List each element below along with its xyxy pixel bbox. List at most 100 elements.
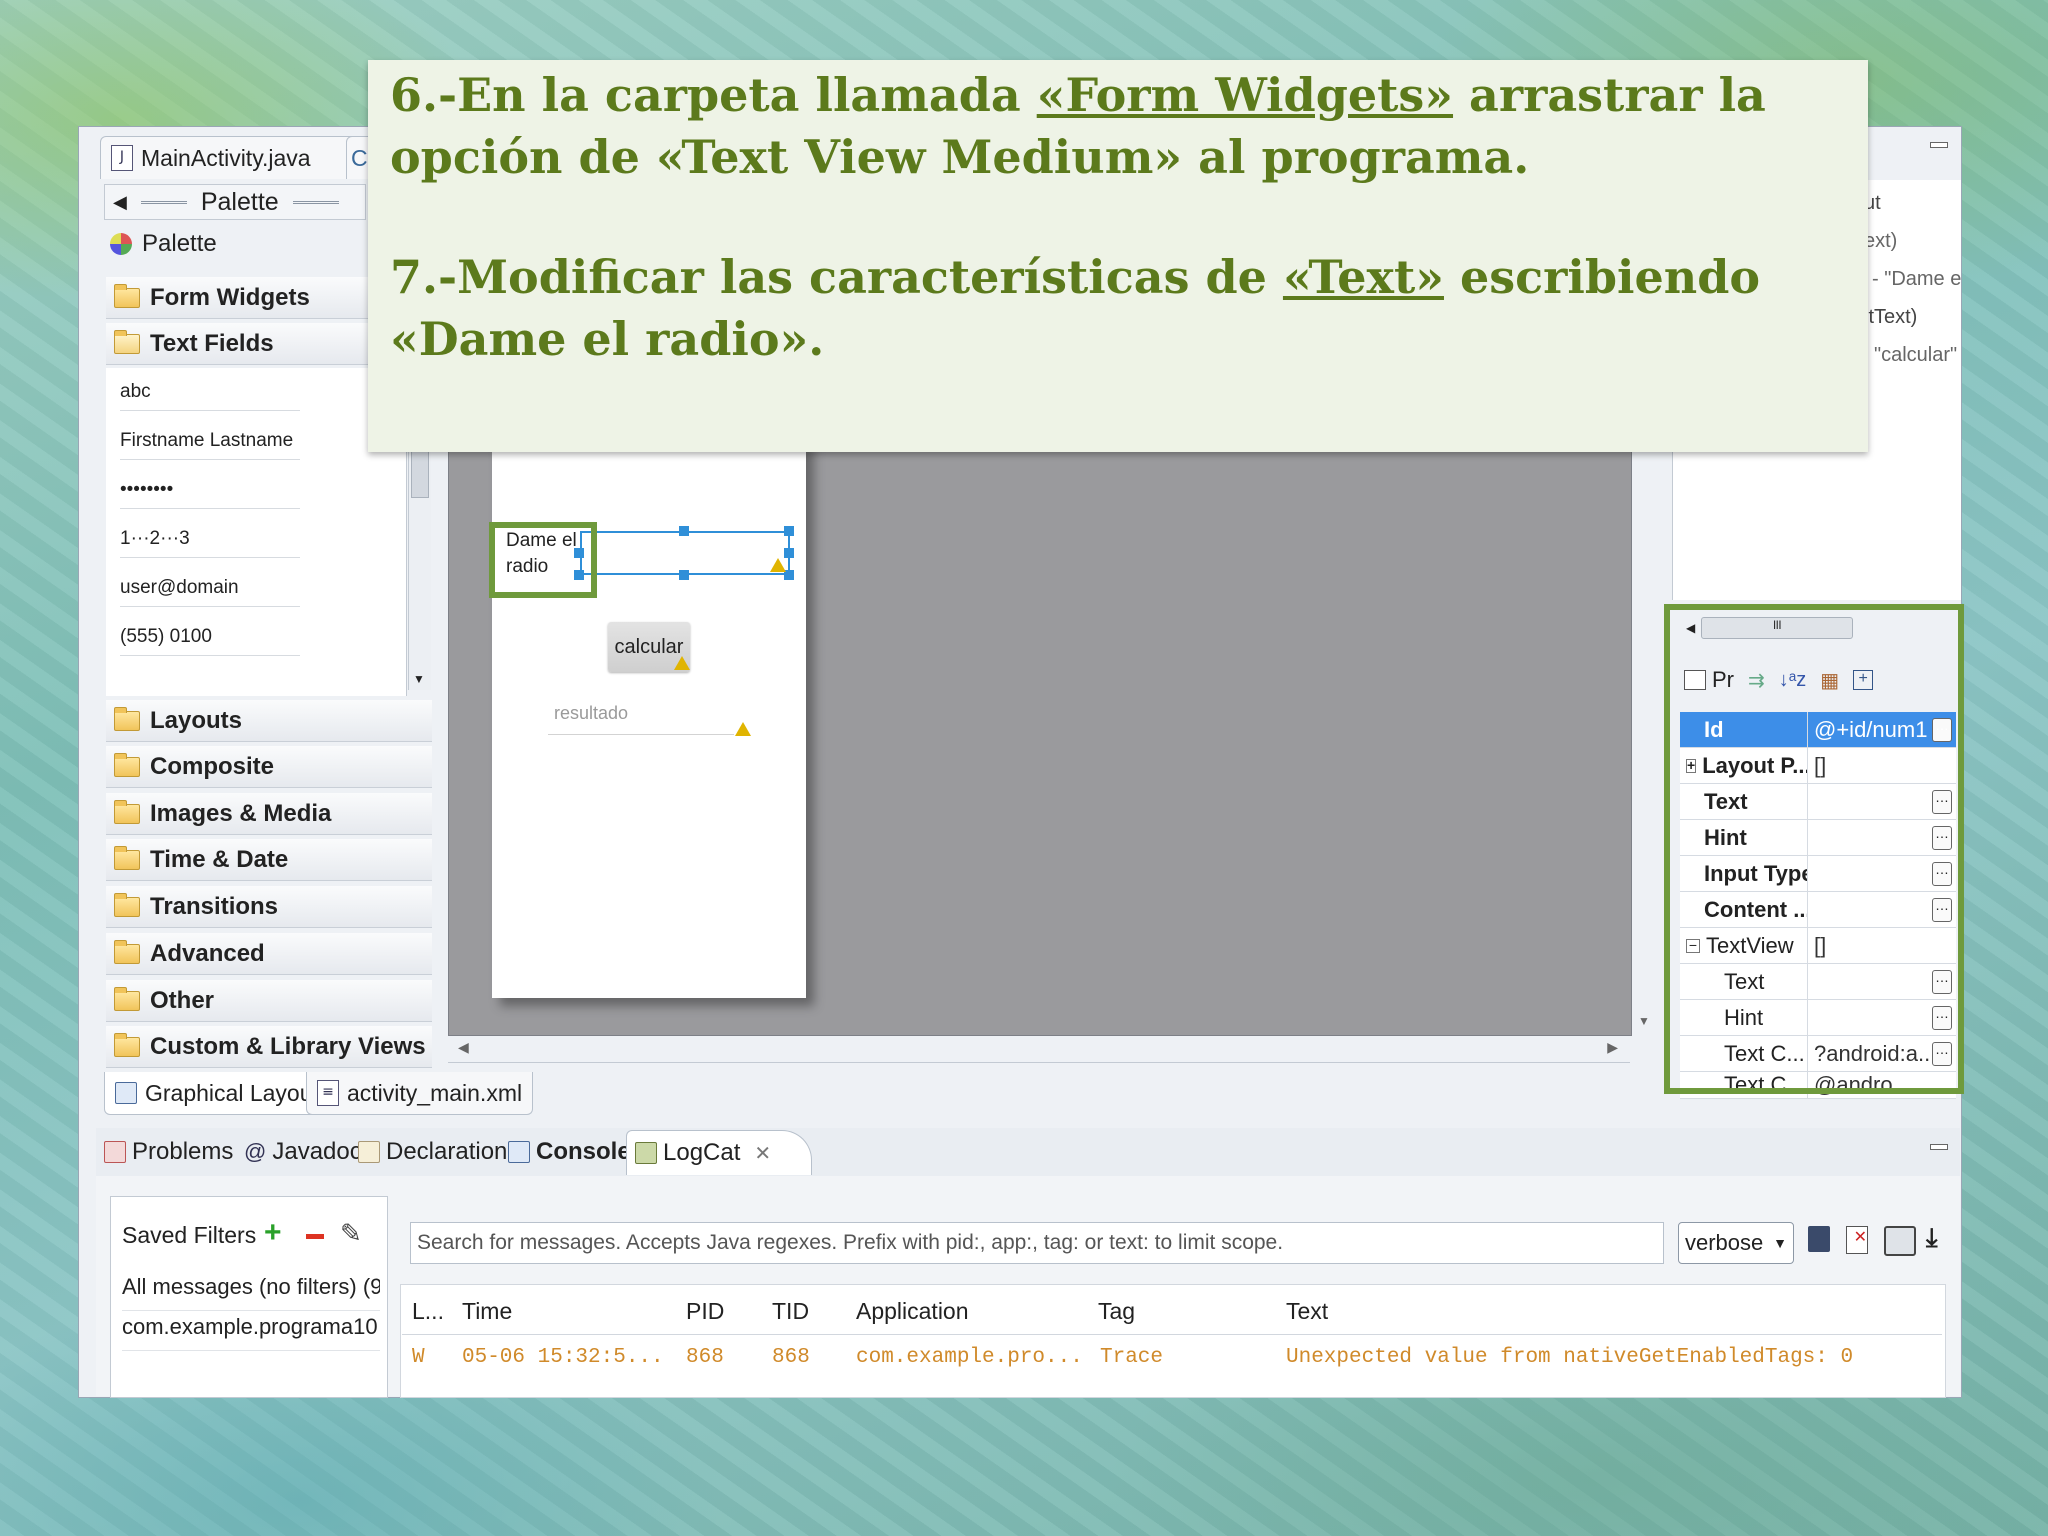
column-application[interactable]: Application	[856, 1298, 969, 1325]
scroll-down-icon[interactable]: ▼	[1638, 1014, 1650, 1028]
folder-label: Time & Date	[150, 845, 289, 873]
scroll-left-icon[interactable]: ◀	[458, 1039, 469, 1056]
palette-item[interactable]: Firstname Lastname	[120, 423, 300, 460]
log-row-application: com.example.pro...	[856, 1346, 1083, 1369]
palette-item[interactable]: ••••••••	[120, 472, 300, 509]
logcat-icon	[635, 1142, 657, 1164]
xml-file-icon: ≡	[317, 1080, 339, 1106]
scrollbar-thumb[interactable]	[411, 450, 429, 498]
palette-header: ◀ Palette	[104, 184, 366, 220]
outline-fragment: itText)	[1864, 306, 1918, 328]
resize-handle[interactable]	[784, 526, 794, 536]
instruction-step-6: 6.-En la carpeta llamada «Form Widgets» …	[390, 64, 1860, 188]
log-row-time: 05-06 15:32:5...	[462, 1346, 664, 1369]
palette-title: Palette	[106, 224, 372, 264]
tab-label: Javadoc	[272, 1138, 362, 1165]
palette-item[interactable]: user@domain	[120, 570, 300, 607]
step-6-text: 6.-En la carpeta llamada	[390, 68, 1037, 122]
folder-label: Text Fields	[150, 329, 274, 357]
scroll-lock-icon[interactable]: ⤓	[1926, 1222, 1954, 1254]
highlight-box-properties	[1664, 604, 1964, 1094]
folder-label: Advanced	[150, 939, 265, 967]
folder-icon	[114, 939, 140, 964]
column-tid[interactable]: TID	[772, 1298, 809, 1325]
canvas-vertical-scrollbar[interactable]: ▼	[1632, 440, 1656, 1034]
tab-graphical-layout[interactable]: Graphical Layout	[104, 1072, 330, 1115]
filter-item[interactable]: com.example.programa10	[122, 1314, 380, 1351]
highlight-box-textview	[489, 522, 597, 598]
column-pid[interactable]: PID	[686, 1298, 724, 1325]
folder-icon	[114, 283, 140, 308]
scroll-right-icon[interactable]: ▶	[1607, 1039, 1618, 1056]
warning-icon	[735, 722, 751, 736]
edittext-selection-box[interactable]	[580, 531, 790, 575]
close-icon[interactable]: ✕	[754, 1141, 771, 1166]
instruction-step-7: 7.-Modificar las características de «Tex…	[390, 246, 1860, 370]
tab-label: Graphical Layout	[145, 1079, 319, 1106]
palette-scrollbar[interactable]: ▼	[408, 440, 431, 690]
add-filter-icon[interactable]: +	[264, 1216, 282, 1250]
grip-icon	[292, 200, 339, 204]
palette-item[interactable]: abc	[120, 374, 300, 411]
palette-folder-transitions[interactable]: Transitions	[106, 886, 432, 928]
step-7-text: 7.-Modificar las características de	[390, 250, 1283, 304]
tab-label: MainActivity.java	[141, 144, 311, 171]
palette-item[interactable]: 1···2···3	[120, 521, 300, 558]
minimize-icon[interactable]	[1930, 1144, 1948, 1150]
scroll-down-icon[interactable]: ▼	[413, 672, 425, 686]
step-7-highlight: «Text»	[1282, 250, 1444, 304]
tab-console[interactable]: Console	[508, 1130, 631, 1174]
toggle-view-icon[interactable]	[1884, 1226, 1916, 1256]
save-icon[interactable]	[1808, 1226, 1830, 1252]
folder-label: Form Widgets	[150, 283, 310, 311]
palette-folder-time-date[interactable]: Time & Date	[106, 839, 432, 881]
edit-filter-icon[interactable]: ✎	[340, 1218, 362, 1249]
tab-logcat[interactable]: LogCat ✕	[626, 1130, 813, 1175]
column-tag[interactable]: Tag	[1098, 1298, 1135, 1325]
palette-folder-images-media[interactable]: Images & Media	[106, 793, 432, 835]
column-text[interactable]: Text	[1286, 1298, 1328, 1325]
folder-icon	[114, 986, 140, 1011]
tab-declaration[interactable]: Declaration	[358, 1130, 507, 1174]
tab-label: LogCat	[663, 1139, 741, 1166]
warning-icon	[674, 656, 690, 670]
folder-label: Other	[150, 986, 215, 1014]
tab-problems[interactable]: Problems	[104, 1130, 233, 1174]
log-table	[400, 1284, 1946, 1398]
column-time[interactable]: Time	[462, 1298, 512, 1325]
palette-folder-other[interactable]: Other	[106, 980, 432, 1022]
filter-item[interactable]: All messages (no filters) (96	[122, 1274, 380, 1311]
log-row-tag: Trace	[1100, 1346, 1164, 1369]
column-level[interactable]: L...	[412, 1298, 444, 1325]
canvas-horizontal-scrollbar[interactable]: ◀ ▶	[448, 1036, 1630, 1063]
palette-folder-layouts[interactable]: Layouts	[106, 700, 432, 742]
resultado-field[interactable]: resultado	[548, 703, 734, 735]
folder-label: Transitions	[150, 892, 279, 920]
warning-icon	[770, 558, 786, 572]
tab-main-activity[interactable]: J MainActivity.java	[100, 136, 366, 179]
folder-icon	[114, 845, 140, 870]
palette-folder-composite[interactable]: Composite	[106, 746, 432, 788]
folder-icon	[114, 1032, 140, 1057]
log-level-select[interactable]: verbose ▼	[1678, 1222, 1794, 1264]
resize-handle[interactable]	[679, 570, 689, 580]
palette-icon	[110, 233, 132, 255]
resize-handle[interactable]	[784, 548, 794, 558]
remove-filter-icon[interactable]	[306, 1234, 324, 1239]
tab-javadoc[interactable]: @ Javadoc	[244, 1130, 362, 1174]
problems-icon	[104, 1141, 126, 1163]
grip-icon	[140, 200, 187, 204]
minimize-icon[interactable]	[1930, 142, 1948, 148]
folder-icon	[114, 752, 140, 777]
palette-folder-custom-library-views[interactable]: Custom & Library Views	[106, 1026, 432, 1068]
clear-log-icon[interactable]: ✕	[1846, 1226, 1868, 1254]
palette-item[interactable]: (555) 0100	[120, 619, 300, 656]
java-file-icon: J	[111, 145, 133, 171]
tab-activity-main-xml[interactable]: ≡ activity_main.xml	[306, 1072, 534, 1115]
collapse-left-icon[interactable]: ◀	[113, 192, 127, 213]
saved-filters-label: Saved Filters	[122, 1222, 257, 1248]
resize-handle[interactable]	[679, 526, 689, 536]
folder-icon	[114, 799, 140, 824]
logcat-search-input[interactable]: Search for messages. Accepts Java regexe…	[410, 1222, 1664, 1264]
palette-folder-advanced[interactable]: Advanced	[106, 933, 432, 975]
